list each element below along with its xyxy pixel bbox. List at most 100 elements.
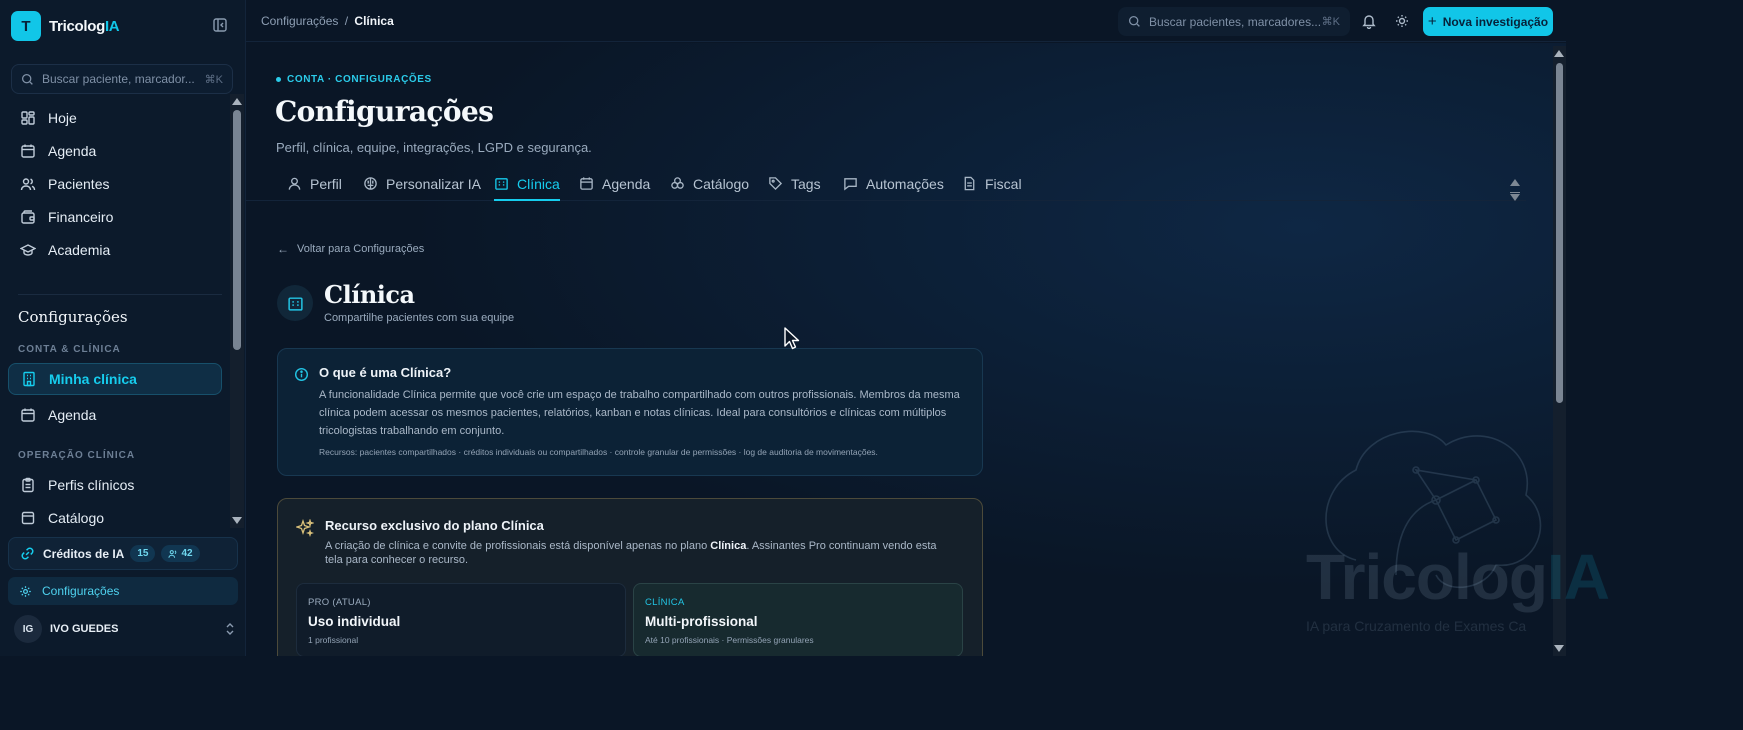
credits-shared-badge: 42 [161, 545, 200, 562]
brand-logo: T [11, 11, 41, 41]
scroll-up-arrow-icon[interactable] [232, 98, 242, 105]
wallet-icon [20, 209, 36, 225]
tab-clinica[interactable]: Clínica [494, 176, 560, 201]
dashboard-icon [20, 110, 36, 126]
settings-heading: Configurações [18, 308, 128, 326]
scrollbar-thumb[interactable] [233, 110, 241, 350]
sidebar-item-hoje[interactable]: Hoje [8, 102, 222, 134]
search-icon [21, 73, 33, 85]
sidebar: T TricologIA Buscar paciente, marcador..… [0, 0, 246, 656]
users-icon [20, 176, 36, 192]
credits-personal-badge: 15 [130, 545, 156, 562]
sidebar-item-minha-clinica[interactable]: Minha clínica [8, 363, 222, 395]
top-bar: Configurações / Clínica Buscar pacientes… [246, 0, 1566, 42]
section-label-operacao-clinica: OPERAÇÃO CLÍNICA [18, 450, 136, 461]
plan-tag: PRO (ATUAL) [308, 597, 371, 608]
user-menu[interactable]: IG IVO GUEDES [14, 614, 236, 644]
scroll-down-arrow-icon[interactable] [232, 517, 242, 524]
tab-agenda[interactable]: Agenda [579, 176, 650, 201]
sidebar-search-placeholder: Buscar paciente, marcador... [42, 72, 195, 86]
brand[interactable]: T TricologIA [11, 11, 120, 41]
watermark-tagline: IA para Cruzamento de Exames Ca [1306, 618, 1527, 634]
shortcut-hint: ⌘K [204, 73, 223, 86]
sidebar-item-pacientes[interactable]: Pacientes [8, 168, 222, 200]
sidebar-item-agenda[interactable]: Agenda [8, 135, 222, 167]
building-icon [277, 285, 313, 321]
exclusive-card-text: A criação de clínica e convite de profis… [325, 540, 937, 566]
catalog-icon [670, 176, 685, 191]
tab-catalogo[interactable]: Catálogo [670, 176, 749, 201]
ai-credits[interactable]: Créditos de IA 15 42 [8, 537, 238, 570]
plan-name: Multi-profissional [645, 614, 758, 629]
info-card-title: O que é uma Clínica? [319, 365, 452, 380]
scrollbar-thumb[interactable] [1556, 63, 1563, 403]
building-icon [21, 371, 37, 387]
page-title: Configurações [275, 95, 494, 128]
user-icon [287, 176, 302, 191]
back-to-settings-link[interactable]: ← Voltar para Configurações [277, 242, 424, 256]
building-icon [494, 176, 509, 191]
tab-perfil[interactable]: Perfil [287, 176, 342, 201]
settings-link[interactable]: Configurações [8, 577, 238, 605]
breadcrumb-parent[interactable]: Configurações [261, 14, 338, 28]
global-search-input[interactable]: Buscar pacientes, marcadores... ⌘K [1118, 7, 1350, 36]
tab-tags[interactable]: Tags [768, 176, 821, 201]
global-search-placeholder: Buscar pacientes, marcadores... [1149, 14, 1322, 29]
plan-name: Uso individual [308, 614, 401, 629]
new-investigation-button[interactable]: + Nova investigação [1423, 7, 1553, 36]
sidebar-nav: Hoje Agenda Pacientes Financeiro Academi… [0, 98, 230, 528]
tab-automacoes[interactable]: Automações [843, 176, 944, 201]
exclusive-card-title: Recurso exclusivo do plano Clínica [325, 518, 544, 533]
scroll-down-arrow-icon[interactable] [1554, 645, 1564, 652]
link-icon [20, 546, 35, 561]
sparkles-icon [296, 519, 314, 537]
section-label-conta-clinica: CONTA & CLÍNICA [18, 344, 121, 355]
info-card-resources: Recursos: pacientes compartilhados · cré… [319, 447, 878, 457]
calendar-icon [20, 407, 36, 423]
clipboard-icon [20, 477, 36, 493]
catalog-icon [20, 510, 36, 526]
sidebar-item-agenda-config[interactable]: Agenda [8, 399, 222, 431]
sun-icon[interactable] [1394, 13, 1410, 29]
collapse-sidebar-icon[interactable] [212, 17, 230, 35]
plan-card-pro[interactable]: PRO (ATUAL) Uso individual 1 profissiona… [296, 583, 626, 656]
section-title: Clínica [324, 280, 415, 309]
info-card-text: A funcionalidade Clínica permite que voc… [319, 389, 960, 437]
calendar-icon [579, 176, 594, 191]
info-icon [294, 367, 309, 382]
exclusive-plan-card: Recurso exclusivo do plano Clínica A cri… [277, 498, 983, 656]
scroll-up-arrow-icon[interactable] [1554, 50, 1564, 57]
scroll-down-arrow-icon[interactable] [1510, 194, 1520, 201]
sidebar-item-perfis-clinicos[interactable]: Perfis clínicos [8, 469, 222, 501]
plan-tag: CLÍNICA [645, 597, 685, 608]
tab-personalizar-ia[interactable]: Personalizar IA [363, 176, 481, 201]
bell-icon[interactable] [1361, 13, 1377, 29]
empty-footer-area [0, 656, 1743, 730]
plan-card-clinica[interactable]: CLÍNICA Multi-profissional Até 10 profis… [633, 583, 963, 656]
info-card: O que é uma Clínica? A funcionalidade Cl… [277, 348, 983, 476]
sidebar-item-catalogo[interactable]: Catálogo [8, 502, 222, 528]
brand-name: TricologIA [49, 17, 120, 35]
scroll-up-arrow-icon[interactable] [1510, 179, 1520, 186]
user-name: IVO GUEDES [50, 623, 119, 635]
ai-credits-label: Créditos de IA [43, 546, 125, 561]
plan-description: Até 10 profissionais · Permissões granul… [645, 635, 814, 645]
sidebar-search-input[interactable]: Buscar paciente, marcador... ⌘K [11, 64, 233, 94]
arrow-left-icon: ← [277, 242, 289, 256]
calendar-icon [20, 143, 36, 159]
watermark-brand-name: TricologIA [1306, 541, 1610, 613]
divider [18, 294, 222, 295]
tab-fiscal[interactable]: Fiscal [962, 176, 1022, 201]
tabs-scroll-control[interactable] [1508, 179, 1522, 215]
page-subtitle: Perfil, clínica, equipe, integrações, LG… [276, 140, 592, 155]
breadcrumb-current: Clínica [354, 14, 394, 28]
avatar: IG [14, 615, 42, 643]
breadcrumb-separator: / [344, 14, 349, 28]
sidebar-item-financeiro[interactable]: Financeiro [8, 201, 222, 233]
gear-icon [19, 585, 32, 598]
section-subtitle: Compartilhe pacientes com sua equipe [324, 312, 515, 324]
team-icon [168, 549, 177, 558]
sidebar-scrollbar[interactable] [230, 94, 244, 528]
sidebar-item-academia[interactable]: Academia [8, 234, 222, 266]
shortcut-hint: ⌘K [1321, 16, 1340, 28]
